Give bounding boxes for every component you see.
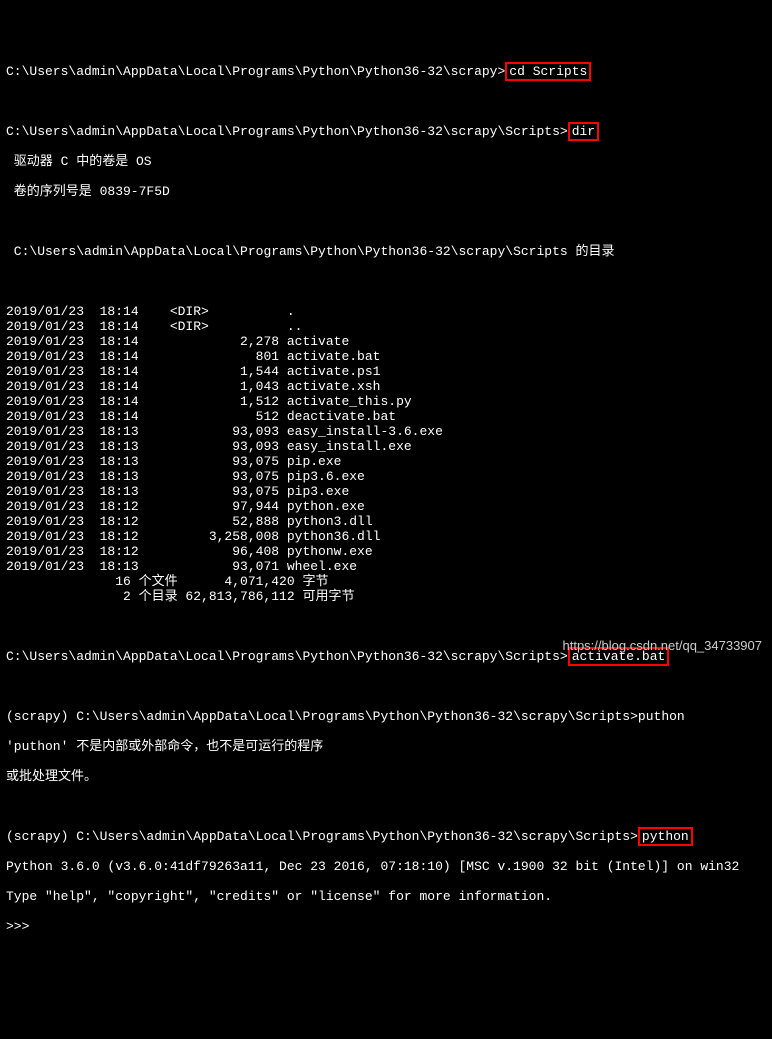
file-row: 2019/01/23 18:13 93,071 wheel.exe: [6, 559, 766, 574]
file-row: 2019/01/23 18:13 93,075 pip3.exe: [6, 484, 766, 499]
blank: [6, 214, 766, 229]
prompt-line-5[interactable]: (scrapy) C:\Users\admin\AppData\Local\Pr…: [6, 829, 766, 844]
file-row: 2019/01/23 18:14 <DIR> .: [6, 304, 766, 319]
file-row: 2 个目录 62,813,786,112 可用字节: [6, 589, 766, 604]
scripts-path: C:\Users\admin\AppData\Local\Programs\Py…: [76, 829, 630, 844]
file-row: 2019/01/23 18:12 3,258,008 python36.dll: [6, 529, 766, 544]
file-row: 2019/01/23 18:12 97,944 python.exe: [6, 499, 766, 514]
file-row: 2019/01/23 18:14 1,544 activate.ps1: [6, 364, 766, 379]
file-row: 16 个文件 4,071,420 字节: [6, 574, 766, 589]
cmd-cd-scripts: cd Scripts: [505, 62, 591, 81]
error-line-2: 或批处理文件。: [6, 769, 766, 784]
blank: [6, 799, 766, 814]
scripts-path: C:\Users\admin\AppData\Local\Programs\Py…: [6, 649, 560, 664]
dir-header: C:\Users\admin\AppData\Local\Programs\Py…: [6, 244, 766, 259]
scripts-path: C:\Users\admin\AppData\Local\Programs\Py…: [76, 709, 630, 724]
blank: [6, 679, 766, 694]
volume-line-1: 驱动器 C 中的卷是 OS: [6, 154, 766, 169]
file-row: 2019/01/23 18:13 93,075 pip.exe: [6, 454, 766, 469]
file-row: 2019/01/23 18:14 <DIR> ..: [6, 319, 766, 334]
blank: [6, 94, 766, 109]
prompt-line-4[interactable]: (scrapy) C:\Users\admin\AppData\Local\Pr…: [6, 709, 766, 724]
prompt-line-2[interactable]: C:\Users\admin\AppData\Local\Programs\Py…: [6, 124, 766, 139]
error-line-1: 'puthon' 不是内部或外部命令，也不是可运行的程序: [6, 739, 766, 754]
file-row: 2019/01/23 18:14 1,043 activate.xsh: [6, 379, 766, 394]
file-row: 2019/01/23 18:13 93,093 easy_install.exe: [6, 439, 766, 454]
file-row: 2019/01/23 18:12 52,888 python3.dll: [6, 514, 766, 529]
watermark: https://blog.csdn.net/qq_34733907: [563, 638, 763, 653]
blank: [6, 619, 766, 634]
python-version: Python 3.6.0 (v3.6.0:41df79263a11, Dec 2…: [6, 859, 766, 874]
file-row: 2019/01/23 18:14 1,512 activate_this.py: [6, 394, 766, 409]
scripts-path: C:\Users\admin\AppData\Local\Programs\Py…: [6, 124, 560, 139]
file-row: 2019/01/23 18:14 2,278 activate: [6, 334, 766, 349]
cmd-puthon: puthon: [638, 709, 685, 724]
cmd-python: python: [638, 827, 693, 846]
volume-line-2: 卷的序列号是 0839-7F5D: [6, 184, 766, 199]
prompt-path: C:\Users\admin\AppData\Local\Programs\Py…: [6, 64, 497, 79]
venv-prefix: (scrapy): [6, 709, 76, 724]
prompt-line-1[interactable]: C:\Users\admin\AppData\Local\Programs\Py…: [6, 64, 766, 79]
python-help: Type "help", "copyright", "credits" or "…: [6, 889, 766, 904]
cmd-dir: dir: [568, 122, 599, 141]
file-row: 2019/01/23 18:14 512 deactivate.bat: [6, 409, 766, 424]
file-row: 2019/01/23 18:12 96,408 pythonw.exe: [6, 544, 766, 559]
venv-prefix: (scrapy): [6, 829, 76, 844]
blank: [6, 274, 766, 289]
directory-listing: 2019/01/23 18:14 <DIR> .2019/01/23 18:14…: [6, 304, 766, 604]
file-row: 2019/01/23 18:14 801 activate.bat: [6, 349, 766, 364]
file-row: 2019/01/23 18:13 93,093 easy_install-3.6…: [6, 424, 766, 439]
python-prompt[interactable]: >>>: [6, 919, 766, 934]
file-row: 2019/01/23 18:13 93,075 pip3.6.exe: [6, 469, 766, 484]
